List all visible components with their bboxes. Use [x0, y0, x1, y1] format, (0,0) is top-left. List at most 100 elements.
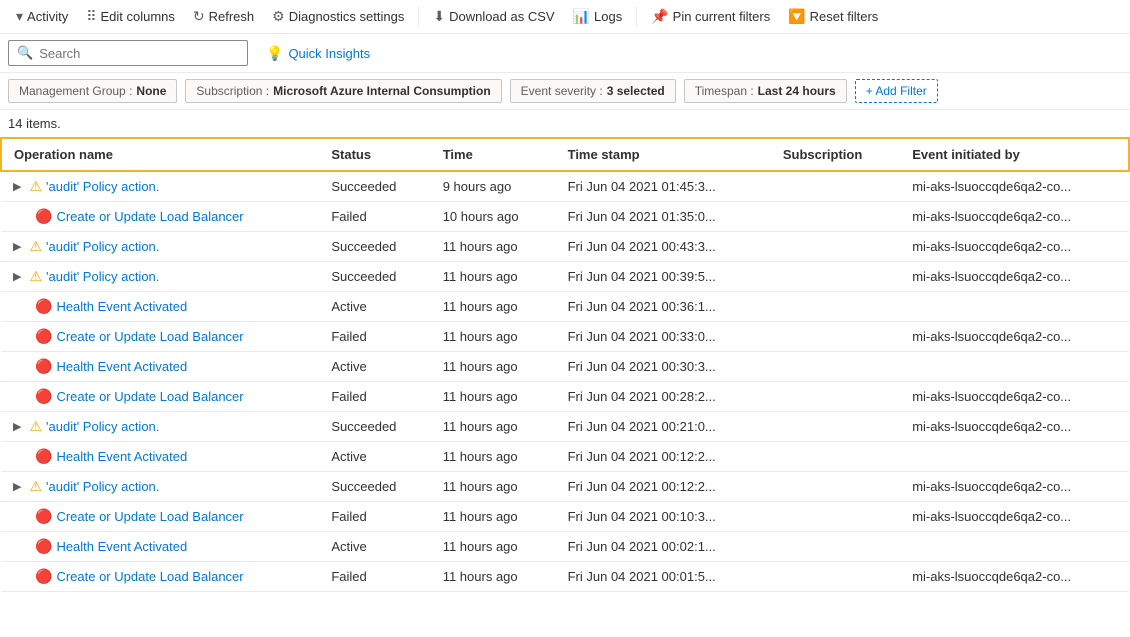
management-group-filter[interactable]: Management Group : None: [8, 79, 177, 103]
operation-name-cell: ▶⚠'audit' Policy action.: [13, 478, 307, 495]
operation-link[interactable]: Create or Update Load Balancer: [56, 389, 243, 404]
timestamp-cell: Fri Jun 04 2021 01:35:0...: [556, 202, 771, 232]
warning-icon: ⚠: [29, 238, 42, 255]
reset-filters-button[interactable]: 🔽 Reset filters: [780, 4, 886, 29]
activity-button[interactable]: ▾ Activity: [8, 4, 76, 29]
operation-link[interactable]: Health Event Activated: [56, 359, 187, 374]
operation-link[interactable]: 'audit' Policy action.: [46, 479, 159, 494]
time-cell: 11 hours ago: [431, 442, 556, 472]
col-operation[interactable]: Operation name: [1, 138, 319, 171]
operation-link[interactable]: 'audit' Policy action.: [46, 269, 159, 284]
table-row: 🔴Create or Update Load BalancerFailed10 …: [1, 202, 1129, 232]
logs-label: Logs: [594, 9, 622, 24]
pin-filters-button[interactable]: 📌 Pin current filters: [643, 4, 778, 29]
operation-link[interactable]: Health Event Activated: [56, 449, 187, 464]
table-row: 🔴Health Event ActivatedActive11 hours ag…: [1, 352, 1129, 382]
status-cell: Active: [319, 532, 430, 562]
quick-insights-icon: 💡: [266, 45, 283, 62]
table-row: 🔴Health Event ActivatedActive11 hours ag…: [1, 292, 1129, 322]
status-cell: Failed: [319, 202, 430, 232]
logs-button[interactable]: 📊 Logs: [565, 4, 631, 29]
table-row: ▶⚠'audit' Policy action.Succeeded9 hours…: [1, 171, 1129, 202]
error-icon: 🔴: [35, 328, 52, 345]
timestamp-cell: Fri Jun 04 2021 01:45:3...: [556, 171, 771, 202]
operation-name-cell: ▶⚠'audit' Policy action.: [13, 178, 307, 195]
initiated-by-cell: [900, 352, 1129, 382]
operation-name-cell: 🔴Create or Update Load Balancer: [13, 508, 307, 525]
timestamp-cell: Fri Jun 04 2021 00:12:2...: [556, 472, 771, 502]
expand-button[interactable]: ▶: [13, 480, 25, 493]
separator-2: [636, 7, 637, 27]
subscription-filter[interactable]: Subscription : Microsoft Azure Internal …: [185, 79, 501, 103]
expand-button[interactable]: ▶: [13, 270, 25, 283]
operation-link[interactable]: Health Event Activated: [56, 539, 187, 554]
status-cell: Succeeded: [319, 412, 430, 442]
col-timestamp[interactable]: Time stamp: [556, 138, 771, 171]
severity-filter[interactable]: Event severity : 3 selected: [510, 79, 676, 103]
logs-icon: 📊: [573, 8, 590, 25]
subscription-cell: [771, 562, 900, 592]
diagnostics-button[interactable]: ⚙ Diagnostics settings: [264, 4, 412, 29]
operation-link[interactable]: 'audit' Policy action.: [46, 239, 159, 254]
operation-link[interactable]: Create or Update Load Balancer: [56, 329, 243, 344]
error-icon: 🔴: [35, 208, 52, 225]
search-input[interactable]: [39, 46, 239, 61]
table-row: 🔴Create or Update Load BalancerFailed11 …: [1, 382, 1129, 412]
timespan-value: Last 24 hours: [758, 84, 836, 98]
severity-value: 3 selected: [607, 84, 665, 98]
operation-link[interactable]: 'audit' Policy action.: [46, 419, 159, 434]
add-filter-label: + Add Filter: [866, 84, 927, 98]
timestamp-cell: Fri Jun 04 2021 00:43:3...: [556, 232, 771, 262]
operation-link[interactable]: Create or Update Load Balancer: [56, 509, 243, 524]
initiated-by-cell: mi-aks-lsuoccqde6qa2-co...: [900, 322, 1129, 352]
activity-table: Operation name Status Time Time stamp Su…: [0, 137, 1130, 592]
subscription-cell: [771, 262, 900, 292]
initiated-by-cell: mi-aks-lsuoccqde6qa2-co...: [900, 202, 1129, 232]
operation-link[interactable]: Create or Update Load Balancer: [56, 209, 243, 224]
refresh-button[interactable]: ↻ Refresh: [185, 4, 262, 29]
add-filter-button[interactable]: + Add Filter: [855, 79, 938, 103]
timestamp-cell: Fri Jun 04 2021 00:28:2...: [556, 382, 771, 412]
timespan-label: Timespan :: [695, 84, 754, 98]
time-cell: 11 hours ago: [431, 412, 556, 442]
col-subscription[interactable]: Subscription: [771, 138, 900, 171]
items-count-text: 14 items.: [8, 116, 61, 131]
subscription-cell: [771, 322, 900, 352]
table-row: 🔴Create or Update Load BalancerFailed11 …: [1, 322, 1129, 352]
col-time[interactable]: Time: [431, 138, 556, 171]
download-icon: ⬇: [433, 8, 445, 25]
initiated-by-cell: mi-aks-lsuoccqde6qa2-co...: [900, 472, 1129, 502]
status-cell: Succeeded: [319, 171, 430, 202]
edit-columns-label: Edit columns: [100, 9, 174, 24]
col-initiated-by[interactable]: Event initiated by: [900, 138, 1129, 171]
diagnostics-icon: ⚙: [272, 8, 285, 25]
time-cell: 11 hours ago: [431, 262, 556, 292]
operation-link[interactable]: Create or Update Load Balancer: [56, 569, 243, 584]
warning-icon: ⚠: [29, 418, 42, 435]
expand-button[interactable]: ▶: [13, 180, 25, 193]
operation-link[interactable]: 'audit' Policy action.: [46, 179, 159, 194]
expand-button[interactable]: ▶: [13, 420, 25, 433]
status-cell: Active: [319, 292, 430, 322]
quick-insights-button[interactable]: 💡 Quick Insights: [256, 41, 380, 66]
table-header: Operation name Status Time Time stamp Su…: [1, 138, 1129, 171]
download-button[interactable]: ⬇ Download as CSV: [425, 4, 562, 29]
subscription-cell: [771, 382, 900, 412]
operation-link[interactable]: Health Event Activated: [56, 299, 187, 314]
expand-button[interactable]: ▶: [13, 240, 25, 253]
timestamp-cell: Fri Jun 04 2021 00:21:0...: [556, 412, 771, 442]
timespan-filter[interactable]: Timespan : Last 24 hours: [684, 79, 847, 103]
subscription-cell: [771, 502, 900, 532]
table-row: ▶ ⚠ 'audit' Policy action. Succeeded11 hour…: [1, 412, 1129, 442]
col-status[interactable]: Status: [319, 138, 430, 171]
table-row: ▶⚠'audit' Policy action.Succeeded11 hour…: [1, 232, 1129, 262]
subscription-cell: [771, 202, 900, 232]
edit-columns-button[interactable]: ⠿ Edit columns: [78, 4, 183, 29]
management-group-label: Management Group :: [19, 84, 132, 98]
diagnostics-label: Diagnostics settings: [289, 9, 405, 24]
initiated-by-cell: mi-aks-lsuoccqde6qa2-co...: [900, 502, 1129, 532]
edit-columns-icon: ⠿: [86, 8, 96, 25]
search-icon: 🔍: [17, 45, 33, 61]
subscription-cell: [771, 412, 900, 442]
operation-name-cell: ▶ ⚠ 'audit' Policy action.: [13, 418, 307, 435]
